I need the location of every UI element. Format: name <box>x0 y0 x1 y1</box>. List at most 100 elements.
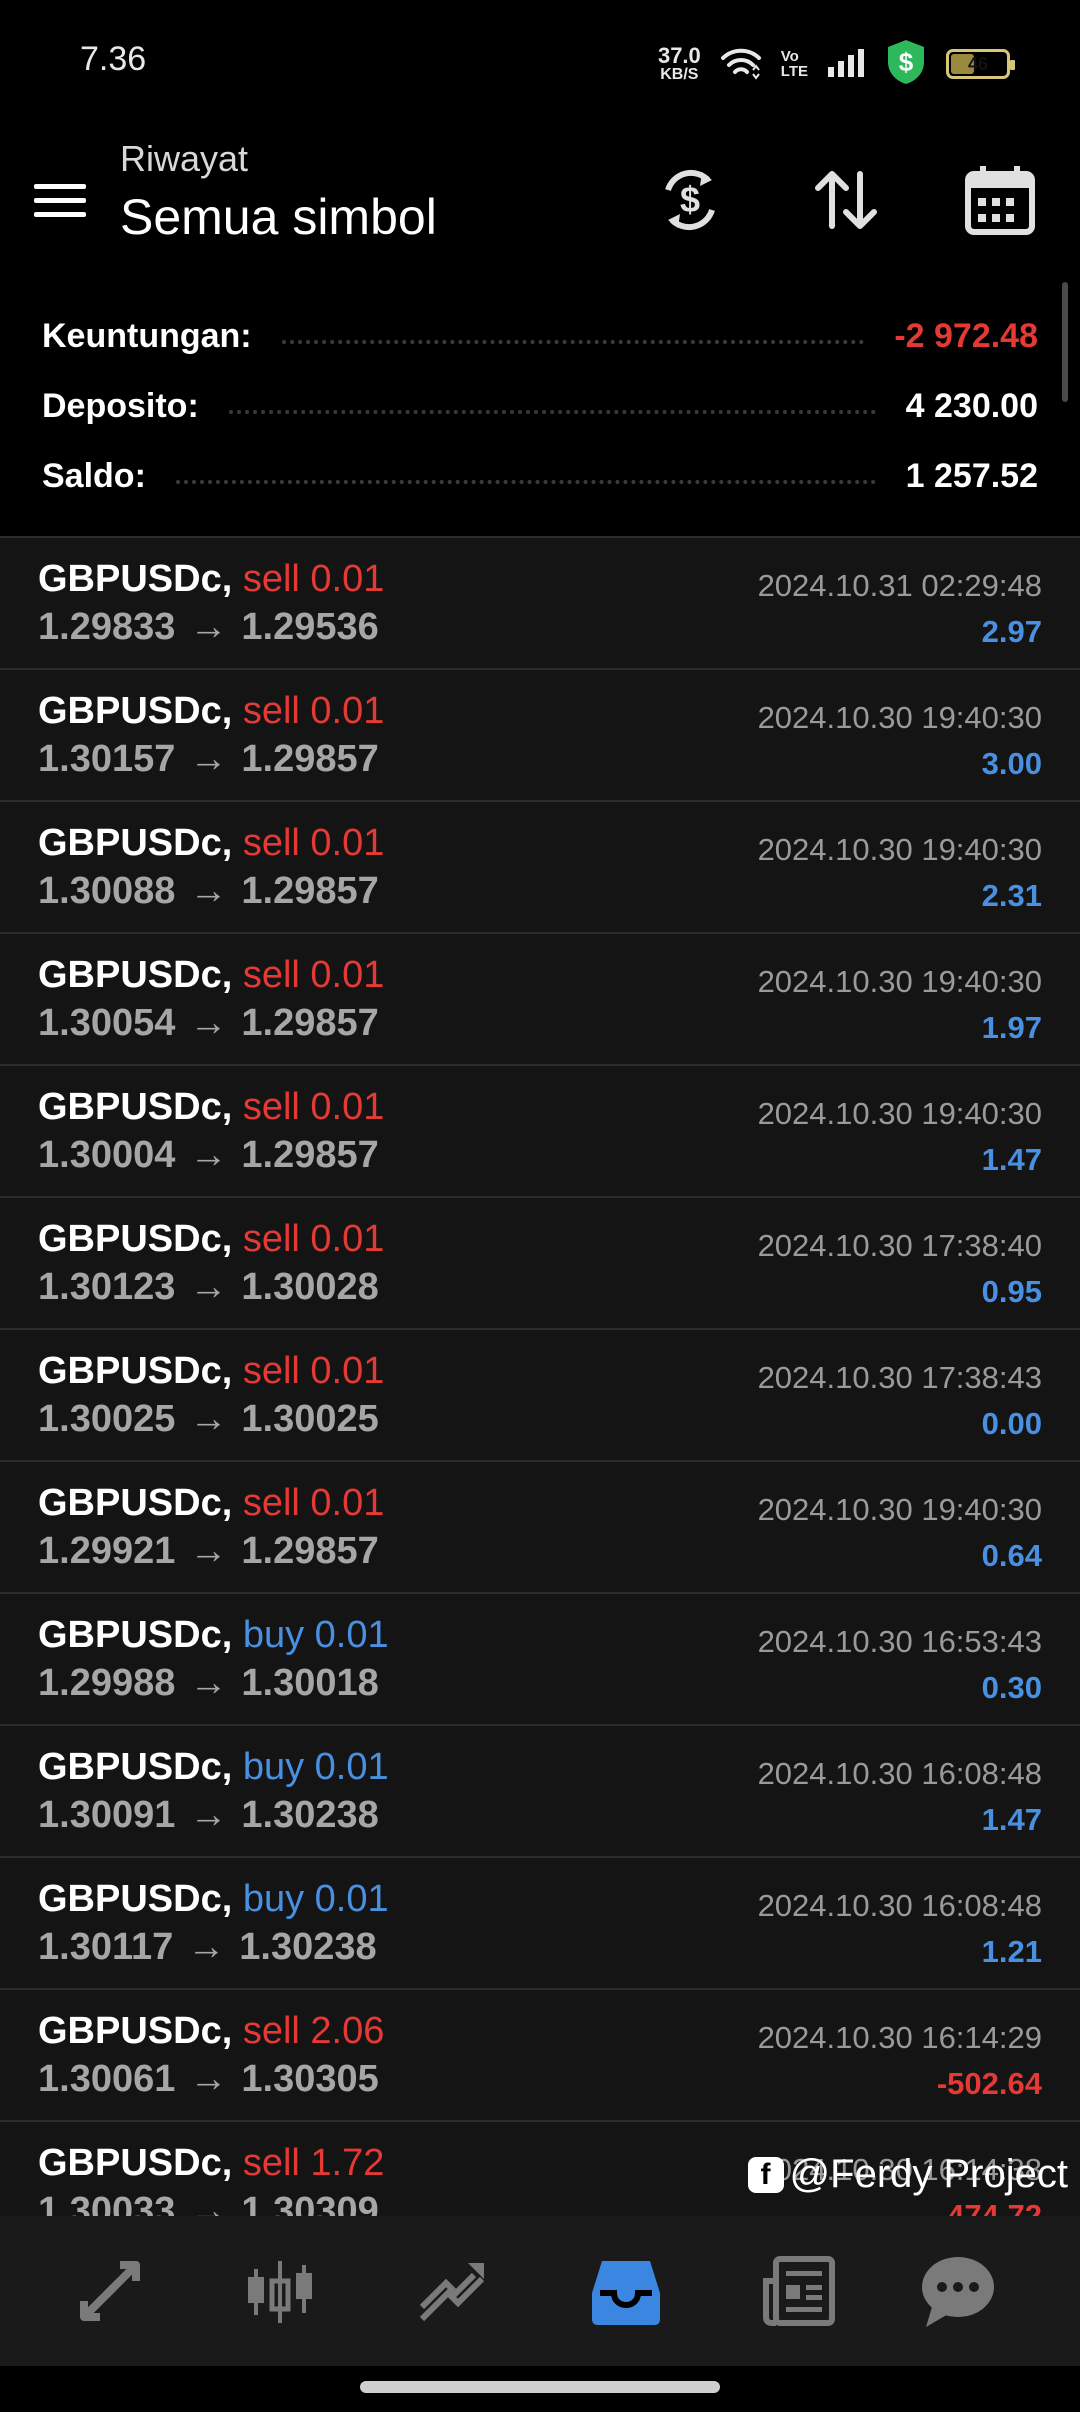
history-icon <box>592 2261 660 2325</box>
arrow-right-icon: → <box>187 1926 226 1968</box>
trade-row[interactable]: GBPUSDc, sell 0.01 1.30123 → 1.30028 2024.10… <box>0 1198 1080 1330</box>
close-price: 1.30305 <box>241 2058 379 2100</box>
trade-symbol: GBPUSDc, <box>38 1350 233 1392</box>
trade-row[interactable]: GBPUSDc, buy 0.01 1.29988 → 1.30018 2024.10.… <box>0 1594 1080 1726</box>
signal-icon <box>826 47 866 82</box>
volte-bottom: LTE <box>780 63 808 80</box>
close-price: 1.29857 <box>241 1002 379 1044</box>
trade-row[interactable]: GBPUSDc, sell 2.06 1.30061 → 1.30305 2024.10… <box>0 1990 1080 2122</box>
trade-type: sell 0.01 <box>242 558 385 600</box>
nav-chart[interactable] <box>232 2246 328 2336</box>
close-price: 1.29857 <box>241 1530 379 1572</box>
profit-label: Keuntungan: <box>42 316 252 355</box>
trade-prices: 1.30157 → 1.29857 <box>38 738 379 781</box>
trade-symbol: GBPUSDc, <box>38 1878 233 1920</box>
arrow-right-icon: → <box>189 1398 228 1440</box>
trade-time: 2024.10.30 19:40:30 <box>757 964 1042 999</box>
trade-symbol: GBPUSDc, <box>38 2142 233 2184</box>
trade-type: sell 0.01 <box>242 1482 385 1524</box>
arrow-right-icon: → <box>189 1002 228 1044</box>
trade-prices: 1.30061 → 1.30305 <box>38 2058 379 2101</box>
trade-row[interactable]: GBPUSDc, buy 0.01 1.30117 → 1.30238 2024.10.… <box>0 1858 1080 1990</box>
trade-row[interactable]: GBPUSDc, buy 0.01 1.30091 → 1.30238 2024.10.… <box>0 1726 1080 1858</box>
trade-time: 2024.10.30 17:38:43 <box>757 1360 1042 1395</box>
network-speed-unit: KB/S <box>660 66 699 83</box>
trade-row[interactable]: GBPUSDc, sell 0.01 1.29833 → 1.29536 2024.10… <box>0 538 1080 670</box>
currency-exchange-button[interactable]: $ <box>642 152 738 248</box>
close-price: 1.29536 <box>241 606 379 648</box>
sort-button[interactable] <box>798 152 894 248</box>
trade-profit: 0.64 <box>981 1538 1042 1573</box>
trade-symbol-line: GBPUSDc, sell 0.01 <box>38 1482 384 1525</box>
bottom-navigation <box>0 2216 1080 2366</box>
trade-row[interactable]: GBPUSDc, sell 0.01 1.30157 → 1.29857 2024.10… <box>0 670 1080 802</box>
calendar-icon <box>965 166 1035 235</box>
trade-time: 2024.10.30 19:40:30 <box>757 832 1042 867</box>
app-header: Riwayat Semua simbol $ <box>0 120 1080 280</box>
trade-symbol-line: GBPUSDc, buy 0.01 <box>38 1614 389 1657</box>
menu-icon[interactable] <box>30 170 90 230</box>
trade-time: 2024.10.30 16:53:43 <box>757 1624 1042 1659</box>
currency-exchange-icon: $ <box>665 169 715 231</box>
trade-profit: 2.31 <box>981 878 1042 913</box>
trade-row[interactable]: GBPUSDc, sell 0.01 1.30004 → 1.29857 2024.10… <box>0 1066 1080 1198</box>
trade-history-list[interactable]: GBPUSDc, sell 0.01 1.29833 → 1.29536 2024.10… <box>0 536 1080 2216</box>
trade-row[interactable]: GBPUSDc, sell 0.01 1.30054 → 1.29857 2024.10… <box>0 934 1080 1066</box>
nav-chat[interactable] <box>910 2246 1006 2336</box>
open-price: 1.29921 <box>38 1530 176 1572</box>
open-price: 1.29833 <box>38 606 176 648</box>
scrollbar[interactable] <box>1062 282 1068 402</box>
trade-symbol: GBPUSDc, <box>38 1086 233 1128</box>
nav-quotes[interactable] <box>62 2246 158 2336</box>
arrow-right-icon: → <box>189 1662 228 1704</box>
deposit-value: 4 230.00 <box>905 386 1038 425</box>
trade-prices: 1.29833 → 1.29536 <box>38 606 379 649</box>
close-price: 1.29857 <box>241 738 379 780</box>
calendar-button[interactable] <box>952 152 1048 248</box>
trade-symbol: GBPUSDc, <box>38 558 233 600</box>
trade-type: sell 1.72 <box>242 2142 385 2184</box>
trade-row[interactable]: GBPUSDc, sell 0.01 1.29921 → 1.29857 2024.10… <box>0 1462 1080 1594</box>
wifi-icon <box>719 44 763 85</box>
facebook-logo-icon: f <box>747 2156 784 2193</box>
trade-symbol-line: GBPUSDc, buy 0.01 <box>38 1746 389 1789</box>
trade-symbol-line: GBPUSDc, sell 0.01 <box>38 1218 384 1261</box>
network-speed: 37.0 KB/S <box>658 45 701 83</box>
trade-prices: 1.30033 → 1.30309 <box>38 2190 379 2216</box>
trade-profit: 1.21 <box>981 1934 1042 1969</box>
nav-history[interactable] <box>578 2246 674 2336</box>
sort-icon <box>815 171 877 229</box>
trade-type: sell 0.01 <box>242 822 385 864</box>
volte-top: Vo <box>780 48 799 65</box>
battery-level: 46 <box>967 53 989 74</box>
trade-symbol-line: GBPUSDc, sell 2.06 <box>38 2010 384 2053</box>
nav-news[interactable] <box>750 2246 846 2336</box>
svg-text:$: $ <box>680 179 700 220</box>
close-price: 1.30018 <box>241 1662 379 1704</box>
trade-row[interactable]: GBPUSDc, sell 0.01 1.30088 → 1.29857 2024.10… <box>0 802 1080 934</box>
trade-symbol-line: GBPUSDc, buy 0.01 <box>38 1878 389 1921</box>
balance-row: Saldo: 1 257.52 <box>42 446 1038 506</box>
chat-icon <box>922 2257 994 2327</box>
page-title[interactable]: Semua simbol <box>120 188 437 246</box>
home-indicator[interactable] <box>360 2381 720 2393</box>
trade-profit: -502.64 <box>936 2066 1042 2101</box>
close-price: 1.29857 <box>241 1134 379 1176</box>
profit-value: -2 972.48 <box>894 316 1038 355</box>
nav-trade[interactable] <box>404 2246 500 2336</box>
trade-type: sell 0.01 <box>242 1350 385 1392</box>
trade-symbol: GBPUSDc, <box>38 822 233 864</box>
deposit-row: Deposito: 4 230.00 <box>42 376 1038 436</box>
deposit-label: Deposito: <box>42 386 199 425</box>
trade-time: 2024.10.30 19:40:30 <box>757 700 1042 735</box>
trade-profit: 3.00 <box>981 746 1042 781</box>
trade-row[interactable]: GBPUSDc, sell 0.01 1.30025 → 1.30025 2024.10… <box>0 1330 1080 1462</box>
status-icons: 37.0 KB/S Vo LTE $ 46 <box>658 36 1015 92</box>
network-speed-value: 37.0 <box>657 43 701 68</box>
close-price: 1.30025 <box>241 1398 379 1440</box>
shield-dollar-icon: $ <box>884 38 928 91</box>
trade-profit: 0.30 <box>981 1670 1042 1705</box>
open-price: 1.30054 <box>38 1002 176 1044</box>
trade-symbol-line: GBPUSDc, sell 0.01 <box>38 1350 384 1393</box>
battery-icon: 46 <box>946 49 1015 79</box>
